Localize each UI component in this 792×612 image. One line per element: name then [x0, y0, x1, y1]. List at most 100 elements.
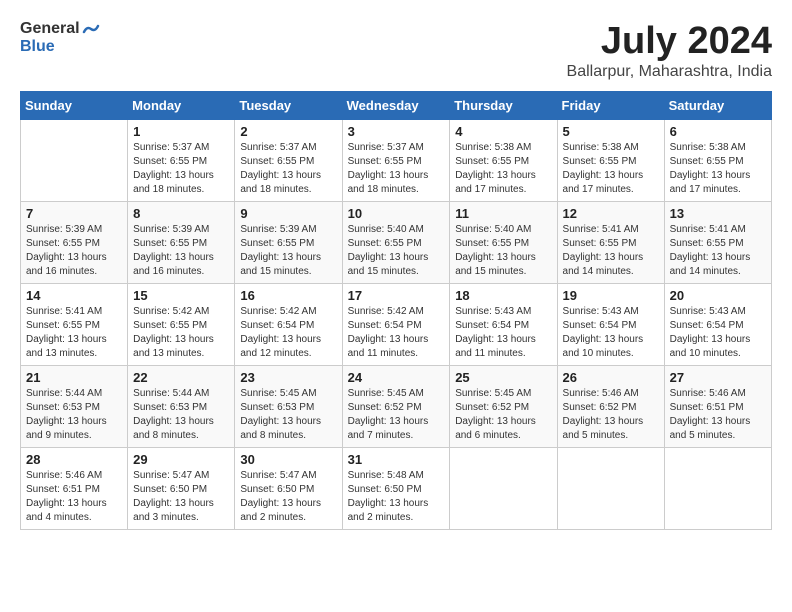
day-info: Sunrise: 5:37 AM Sunset: 6:55 PM Dayligh… [348, 141, 445, 197]
day-info: Sunrise: 5:39 AM Sunset: 6:55 PM Dayligh… [26, 223, 122, 279]
calendar-cell: 13Sunrise: 5:41 AM Sunset: 6:55 PM Dayli… [664, 202, 771, 284]
logo-container: General Blue [20, 20, 100, 56]
calendar-week-3: 14 Sunrise: 5:41 AM Sunset: 6:55 PM Dayli… [21, 284, 772, 366]
calendar-cell: 2 Sunrise: 5:37 AM Sunset: 6:55 PM Daylig… [235, 120, 342, 202]
calendar-cell: 4 Sunrise: 5:38 AM Sunset: 6:55 PM Daylig… [450, 120, 557, 202]
day-number: 3 [348, 124, 445, 139]
calendar-cell: 14 Sunrise: 5:41 AM Sunset: 6:55 PM Dayli… [21, 284, 128, 366]
calendar-cell: 18 Sunrise: 5:43 AM Sunset: 6:54 PM Dayli… [450, 284, 557, 366]
calendar-cell: 29 Sunrise: 5:47 AM Sunset: 6:50 PM Dayli… [128, 448, 235, 530]
day-number: 24 [348, 370, 445, 385]
calendar-week-1: 1Sunrise: 5:37 AM Sunset: 6:55 PM Daylig… [21, 120, 772, 202]
header-wednesday: Wednesday [342, 92, 450, 120]
day-number: 11 [455, 206, 551, 221]
day-info: Sunrise: 5:40 AM Sunset: 6:55 PM Dayligh… [455, 223, 551, 279]
calendar-cell: 6Sunrise: 5:38 AM Sunset: 6:55 PM Daylig… [664, 120, 771, 202]
day-info: Sunrise: 5:45 AM Sunset: 6:52 PM Dayligh… [348, 387, 445, 443]
day-number: 26 [563, 370, 659, 385]
calendar-cell: 16Sunrise: 5:42 AM Sunset: 6:54 PM Dayli… [235, 284, 342, 366]
day-number: 27 [670, 370, 766, 385]
calendar-week-2: 7 Sunrise: 5:39 AM Sunset: 6:55 PM Daylig… [21, 202, 772, 284]
day-info: Sunrise: 5:44 AM Sunset: 6:53 PM Dayligh… [26, 387, 122, 443]
day-info: Sunrise: 5:48 AM Sunset: 6:50 PM Dayligh… [348, 469, 445, 525]
calendar-cell: 26Sunrise: 5:46 AM Sunset: 6:52 PM Dayli… [557, 366, 664, 448]
month-title: July 2024 [567, 20, 772, 63]
day-info: Sunrise: 5:39 AM Sunset: 6:55 PM Dayligh… [240, 223, 336, 279]
title-area: July 2024 Ballarpur, Maharashtra, India [567, 20, 772, 81]
calendar-cell: 3 Sunrise: 5:37 AM Sunset: 6:55 PM Daylig… [342, 120, 450, 202]
day-info: Sunrise: 5:41 AM Sunset: 6:55 PM Dayligh… [563, 223, 659, 279]
day-info: Sunrise: 5:47 AM Sunset: 6:50 PM Dayligh… [133, 469, 229, 525]
day-number: 7 [26, 206, 122, 221]
calendar-week-4: 21 Sunrise: 5:44 AM Sunset: 6:53 PM Dayli… [21, 366, 772, 448]
logo-blue: Blue [20, 38, 100, 56]
logo: General Blue [20, 20, 100, 56]
logo-wave-icon [82, 20, 100, 38]
day-info: Sunrise: 5:43 AM Sunset: 6:54 PM Dayligh… [455, 305, 551, 361]
day-number: 8 [133, 206, 229, 221]
logo-general: General [20, 20, 80, 38]
calendar: Sunday Monday Tuesday Wednesday Thursday… [20, 91, 772, 530]
day-info: Sunrise: 5:46 AM Sunset: 6:51 PM Dayligh… [670, 387, 766, 443]
day-number: 4 [455, 124, 551, 139]
day-info: Sunrise: 5:37 AM Sunset: 6:55 PM Dayligh… [240, 141, 336, 197]
day-info: Sunrise: 5:46 AM Sunset: 6:51 PM Dayligh… [26, 469, 122, 525]
day-number: 9 [240, 206, 336, 221]
day-number: 30 [240, 452, 336, 467]
day-info: Sunrise: 5:45 AM Sunset: 6:53 PM Dayligh… [240, 387, 336, 443]
header-tuesday: Tuesday [235, 92, 342, 120]
header-thursday: Thursday [450, 92, 557, 120]
day-number: 31 [348, 452, 445, 467]
header-saturday: Saturday [664, 92, 771, 120]
calendar-cell: 9 Sunrise: 5:39 AM Sunset: 6:55 PM Daylig… [235, 202, 342, 284]
day-number: 16 [240, 288, 336, 303]
calendar-cell [21, 120, 128, 202]
day-info: Sunrise: 5:40 AM Sunset: 6:55 PM Dayligh… [348, 223, 445, 279]
day-number: 2 [240, 124, 336, 139]
day-number: 28 [26, 452, 122, 467]
calendar-cell: 1Sunrise: 5:37 AM Sunset: 6:55 PM Daylig… [128, 120, 235, 202]
day-number: 17 [348, 288, 445, 303]
day-info: Sunrise: 5:47 AM Sunset: 6:50 PM Dayligh… [240, 469, 336, 525]
day-number: 22 [133, 370, 229, 385]
day-number: 25 [455, 370, 551, 385]
day-number: 15 [133, 288, 229, 303]
day-number: 18 [455, 288, 551, 303]
calendar-cell: 24 Sunrise: 5:45 AM Sunset: 6:52 PM Dayli… [342, 366, 450, 448]
day-info: Sunrise: 5:44 AM Sunset: 6:53 PM Dayligh… [133, 387, 229, 443]
day-number: 19 [563, 288, 659, 303]
day-info: Sunrise: 5:43 AM Sunset: 6:54 PM Dayligh… [563, 305, 659, 361]
calendar-cell: 11 Sunrise: 5:40 AM Sunset: 6:55 PM Dayli… [450, 202, 557, 284]
calendar-cell [450, 448, 557, 530]
calendar-cell: 17 Sunrise: 5:42 AM Sunset: 6:54 PM Dayli… [342, 284, 450, 366]
calendar-cell: 12 Sunrise: 5:41 AM Sunset: 6:55 PM Dayli… [557, 202, 664, 284]
day-number: 12 [563, 206, 659, 221]
calendar-cell: 30 Sunrise: 5:47 AM Sunset: 6:50 PM Dayli… [235, 448, 342, 530]
calendar-cell: 15Sunrise: 5:42 AM Sunset: 6:55 PM Dayli… [128, 284, 235, 366]
calendar-cell: 28 Sunrise: 5:46 AM Sunset: 6:51 PM Dayli… [21, 448, 128, 530]
day-info: Sunrise: 5:43 AM Sunset: 6:54 PM Dayligh… [670, 305, 766, 361]
calendar-cell [664, 448, 771, 530]
calendar-cell [557, 448, 664, 530]
calendar-cell: 5Sunrise: 5:38 AM Sunset: 6:55 PM Daylig… [557, 120, 664, 202]
header: General Blue July 2024 Ballarpur, Mahara… [20, 20, 772, 81]
day-number: 29 [133, 452, 229, 467]
location-title: Ballarpur, Maharashtra, India [567, 63, 772, 81]
day-number: 14 [26, 288, 122, 303]
calendar-cell: 27 Sunrise: 5:46 AM Sunset: 6:51 PM Dayli… [664, 366, 771, 448]
header-sunday: Sunday [21, 92, 128, 120]
calendar-cell: 25 Sunrise: 5:45 AM Sunset: 6:52 PM Dayli… [450, 366, 557, 448]
day-info: Sunrise: 5:41 AM Sunset: 6:55 PM Dayligh… [670, 223, 766, 279]
day-info: Sunrise: 5:42 AM Sunset: 6:54 PM Dayligh… [348, 305, 445, 361]
day-number: 10 [348, 206, 445, 221]
calendar-cell: 20 Sunrise: 5:43 AM Sunset: 6:54 PM Dayli… [664, 284, 771, 366]
day-info: Sunrise: 5:45 AM Sunset: 6:52 PM Dayligh… [455, 387, 551, 443]
day-info: Sunrise: 5:38 AM Sunset: 6:55 PM Dayligh… [455, 141, 551, 197]
day-number: 21 [26, 370, 122, 385]
calendar-cell: 8Sunrise: 5:39 AM Sunset: 6:55 PM Daylig… [128, 202, 235, 284]
day-info: Sunrise: 5:41 AM Sunset: 6:55 PM Dayligh… [26, 305, 122, 361]
day-info: Sunrise: 5:38 AM Sunset: 6:55 PM Dayligh… [563, 141, 659, 197]
day-number: 23 [240, 370, 336, 385]
day-number: 20 [670, 288, 766, 303]
calendar-cell: 10 Sunrise: 5:40 AM Sunset: 6:55 PM Dayli… [342, 202, 450, 284]
